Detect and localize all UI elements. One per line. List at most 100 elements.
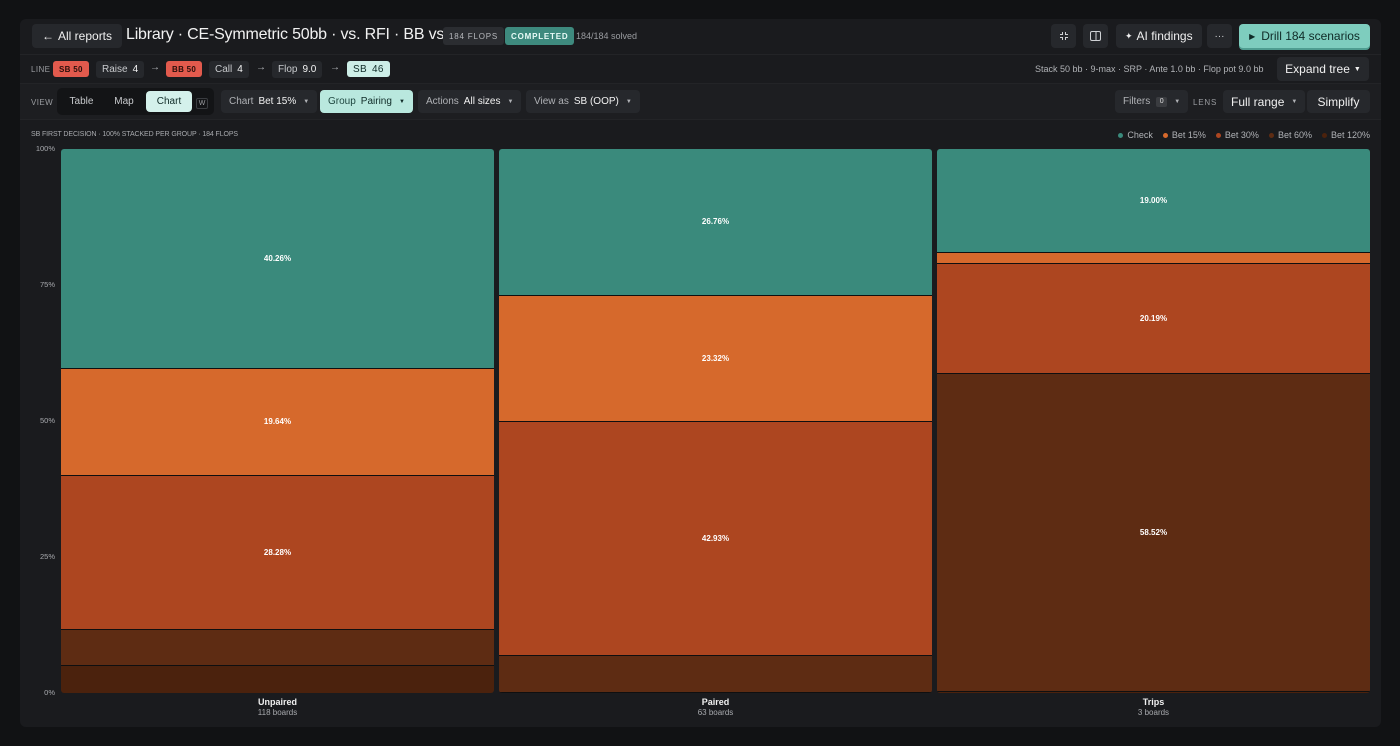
bar-segment[interactable] — [61, 628, 494, 666]
data-label: 19.64% — [263, 417, 292, 427]
legend-swatch — [1162, 132, 1168, 138]
arrow-right-icon: → — [150, 62, 160, 73]
bar-segment[interactable] — [61, 665, 494, 693]
bar-trips[interactable]: 19.00% 20.19% 58.52% — [937, 149, 1370, 693]
bar-paired[interactable]: 26.76% 23.32% 42.93% — [499, 149, 932, 693]
current-node-chip[interactable]: SB 46 — [347, 61, 390, 77]
arrow-right-icon: → — [256, 62, 266, 73]
y-tick-label: 50% — [39, 416, 55, 425]
legend-label: Bet 120% — [1330, 130, 1370, 140]
more-options-button[interactable]: ··· — [1207, 24, 1232, 48]
legend-label: Bet 30% — [1224, 130, 1259, 140]
view-as-value: SB (OOP) — [573, 96, 619, 107]
category-board-count: 3 boards — [1137, 708, 1170, 717]
legend-label: Bet 60% — [1277, 130, 1312, 140]
chart-caption: SB FIRST DECISION · 100% STACKED PER GRO… — [31, 131, 238, 138]
shortcut-key: W — [196, 98, 208, 109]
simplify-button[interactable]: Simplify — [1307, 90, 1370, 113]
current-node-player: SB — [353, 63, 367, 75]
tab-table[interactable]: Table — [60, 91, 103, 112]
data-label: 20.19% — [1139, 313, 1168, 323]
toggle-panel-button[interactable] — [1083, 24, 1108, 48]
drill-label: Drill 184 scenarios — [1261, 29, 1360, 43]
group-label: Group — [328, 96, 356, 107]
sparkle-icon: ✦ — [1125, 30, 1133, 41]
bar-segment[interactable] — [937, 252, 1370, 263]
flop-value: 9.0 — [302, 64, 317, 75]
data-label: 42.93% — [701, 534, 730, 544]
chevron-down-icon: ▼ — [1353, 65, 1361, 73]
all-reports-label: All reports — [58, 29, 113, 43]
chart-metric-label: Chart — [229, 96, 254, 107]
bar-segment[interactable] — [499, 691, 932, 693]
tab-map[interactable]: Map — [103, 91, 145, 112]
y-tick-label: 25% — [39, 552, 55, 561]
chevron-down-icon: ▼ — [1174, 98, 1181, 105]
bar-segment[interactable]: 23.32% — [499, 294, 932, 422]
view-bar: VIEW Table Map Chart W Chart Bet 15% ▼ Gro… — [20, 83, 1381, 120]
data-label: 40.26% — [263, 254, 292, 263]
fullscreen-button[interactable] — [1051, 24, 1076, 48]
legend-swatch — [1215, 132, 1221, 138]
drill-scenarios-button[interactable]: ▶ Drill 184 scenarios — [1239, 24, 1370, 48]
category-label: Trips — [1142, 697, 1165, 707]
data-label: 26.76% — [701, 217, 730, 227]
bar-segment[interactable]: 19.64% — [61, 368, 494, 475]
header-bar: ← All reports Library · CE-Symmetric 50b… — [20, 19, 1381, 54]
ai-findings-button[interactable]: ✦ AI findings — [1116, 24, 1202, 48]
solved-count: 184/184 solved — [576, 31, 638, 41]
legend-swatch — [1118, 132, 1124, 138]
tab-chart[interactable]: Chart — [146, 91, 192, 112]
flop-step[interactable]: Flop 9.0 — [272, 61, 323, 78]
bar-segment[interactable] — [499, 654, 932, 692]
actions-value: All sizes — [463, 96, 501, 107]
page-title: Library · CE-Symmetric 50bb · vs. RFI · … — [126, 26, 470, 43]
bar-segment[interactable]: 58.52% — [937, 372, 1370, 691]
lens-label: LENS — [1193, 98, 1218, 107]
chevron-down-icon: ▼ — [398, 98, 405, 105]
y-tick-label: 75% — [39, 280, 55, 289]
bar-segment[interactable]: 20.19% — [937, 262, 1370, 373]
bb-stack-chip[interactable]: BB 50 — [166, 61, 203, 77]
raise-label: Raise — [102, 64, 128, 75]
all-reports-button[interactable]: ← All reports — [32, 24, 123, 48]
lens-value: Full range — [1231, 94, 1285, 109]
view-as-label: View as — [534, 96, 569, 107]
y-tick-label: 100% — [35, 144, 55, 153]
actions-label: Actions — [426, 96, 459, 107]
view-label: VIEW — [31, 98, 54, 107]
category-board-count: 118 boards — [257, 708, 298, 717]
category-label: Paired — [701, 697, 730, 707]
bar-segment[interactable]: 40.26% — [61, 149, 494, 368]
bar-segment[interactable]: 28.28% — [61, 474, 494, 629]
chart-metric-select[interactable]: Chart Bet 15% ▼ — [221, 90, 318, 113]
flops-count-badge: 184 FLOPS — [443, 27, 505, 45]
line-label: LINE — [31, 65, 51, 74]
collapse-icon — [1059, 32, 1068, 40]
expand-tree-label: Expand tree — [1285, 62, 1350, 76]
flop-label: Flop — [278, 64, 298, 75]
expand-tree-button[interactable]: Expand tree ▼ — [1277, 57, 1369, 81]
bar-segment[interactable]: 26.76% — [499, 149, 932, 295]
status-badge: COMPLETED — [505, 27, 575, 45]
category-label: Unpaired — [257, 697, 297, 707]
chevron-down-icon: ▼ — [625, 98, 632, 105]
chevron-down-icon: ▼ — [1291, 98, 1298, 105]
y-tick-label: 0% — [44, 688, 55, 697]
bar-unpaired[interactable]: 40.26% 19.64% 28.28% — [61, 149, 494, 693]
group-value: Pairing — [360, 96, 392, 107]
group-select[interactable]: Group Pairing ▼ — [320, 90, 413, 113]
bar-segment[interactable] — [937, 690, 1370, 693]
bar-segment[interactable]: 19.00% — [937, 149, 1370, 253]
lens-select[interactable]: Full range ▼ — [1223, 90, 1306, 113]
raise-step[interactable]: Raise 4 — [96, 61, 145, 78]
filters-button[interactable]: Filters 0 ▼ — [1115, 90, 1189, 113]
legend-item: Bet 15% — [1162, 130, 1206, 140]
arrow-left-icon: ← — [42, 29, 54, 43]
actions-select[interactable]: Actions All sizes ▼ — [418, 90, 522, 113]
view-as-select[interactable]: View as SB (OOP) ▼ — [526, 90, 640, 113]
bar-segment[interactable]: 42.93% — [499, 421, 932, 655]
legend-item: Bet 60% — [1268, 130, 1312, 140]
call-step[interactable]: Call 4 — [209, 61, 249, 78]
sb-stack-chip[interactable]: SB 50 — [53, 61, 89, 77]
